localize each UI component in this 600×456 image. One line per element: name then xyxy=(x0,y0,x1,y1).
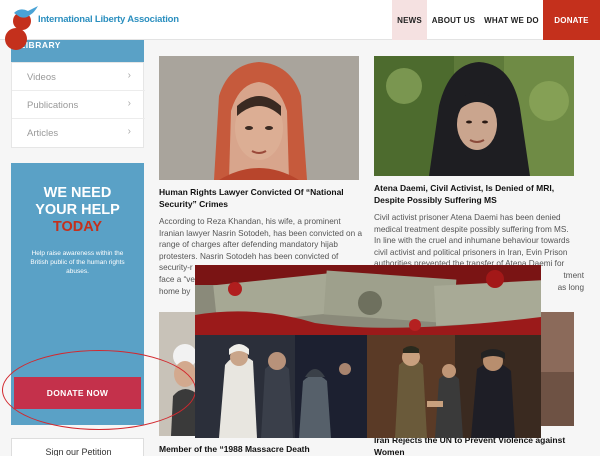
excerpt-line: In line with the cruel and inhumane beha… xyxy=(374,236,570,246)
help-heading-line2: YOUR HELP xyxy=(35,202,120,218)
article-title-line: Women xyxy=(374,447,405,456)
library-menu: Videos › Publications › Articles › xyxy=(11,62,145,148)
nav-what-we-do[interactable]: WHAT WE DO xyxy=(480,0,543,40)
help-heading-line1: WE NEED xyxy=(43,185,112,201)
overlay-collage-image xyxy=(195,265,541,438)
article-image[interactable] xyxy=(374,56,574,176)
article-title[interactable]: Atena Daemi, Civil Activist, Is Denied o… xyxy=(374,182,584,206)
petition-label: Sign our Petition xyxy=(45,447,112,456)
nav-donate[interactable]: DONATE xyxy=(543,0,600,40)
logo-text: International Liberty Association xyxy=(38,14,179,25)
highlight-ring xyxy=(2,350,196,430)
sidebar-item-videos[interactable]: Videos › xyxy=(12,63,145,91)
article-title[interactable]: Human Rights Lawyer Convicted Of “Nation… xyxy=(159,186,359,210)
excerpt-line: medical treatment despite possibly suffe… xyxy=(374,224,569,234)
main-nav: NEWS ABOUT US WHAT WE DO DONATE xyxy=(392,0,600,40)
nav-about-us[interactable]: ABOUT US xyxy=(427,0,480,40)
library-badge xyxy=(5,28,27,50)
portrait-woman-red-scarf-image xyxy=(159,56,359,180)
article-photo-image xyxy=(541,312,574,426)
petition-box[interactable]: Sign our Petition xyxy=(11,438,144,456)
chevron-right-icon: › xyxy=(127,98,131,109)
sidebar-item-publications[interactable]: Publications › xyxy=(12,91,145,119)
sidebar-item-label: Articles xyxy=(27,128,59,139)
excerpt-line: Civil activist prisoner Atena Daemi has … xyxy=(374,213,561,222)
sidebar-item-articles[interactable]: Articles › xyxy=(12,119,145,147)
nav-news[interactable]: NEWS xyxy=(392,0,427,40)
sidebar-item-label: Videos xyxy=(27,72,56,83)
article-image[interactable] xyxy=(541,312,574,426)
site-logo[interactable]: International Liberty Association xyxy=(10,5,179,35)
money-and-meeting-collage-image xyxy=(195,265,541,438)
excerpt-line: civil activist and political prisoners i… xyxy=(374,247,568,257)
excerpt-line: protesters. Nasrin Sotodeh has been conv… xyxy=(159,251,339,261)
library-header: LIBRARY xyxy=(11,40,144,62)
sidebar-item-label: Publications xyxy=(27,100,79,111)
article-image[interactable] xyxy=(159,56,359,180)
help-heading: WE NEED YOUR HELP TODAY xyxy=(11,185,144,236)
chevron-right-icon: › xyxy=(127,126,131,137)
excerpt-line: Iranian lawyer Nasrin Sotodeh, has been … xyxy=(159,228,362,238)
article-title[interactable]: Member of the “1988 Massacre Death xyxy=(159,443,359,455)
excerpt-line: range of charges after defending mandato… xyxy=(159,240,338,250)
site-header: International Liberty Association NEWS A… xyxy=(0,0,600,40)
excerpt-line: According to Reza Khandan, his wife, a p… xyxy=(159,217,341,226)
help-description: Help raise awareness within the British … xyxy=(30,250,125,275)
chevron-right-icon: › xyxy=(127,70,131,81)
portrait-woman-black-scarf-image xyxy=(374,56,574,176)
help-heading-line3: TODAY xyxy=(52,219,103,235)
